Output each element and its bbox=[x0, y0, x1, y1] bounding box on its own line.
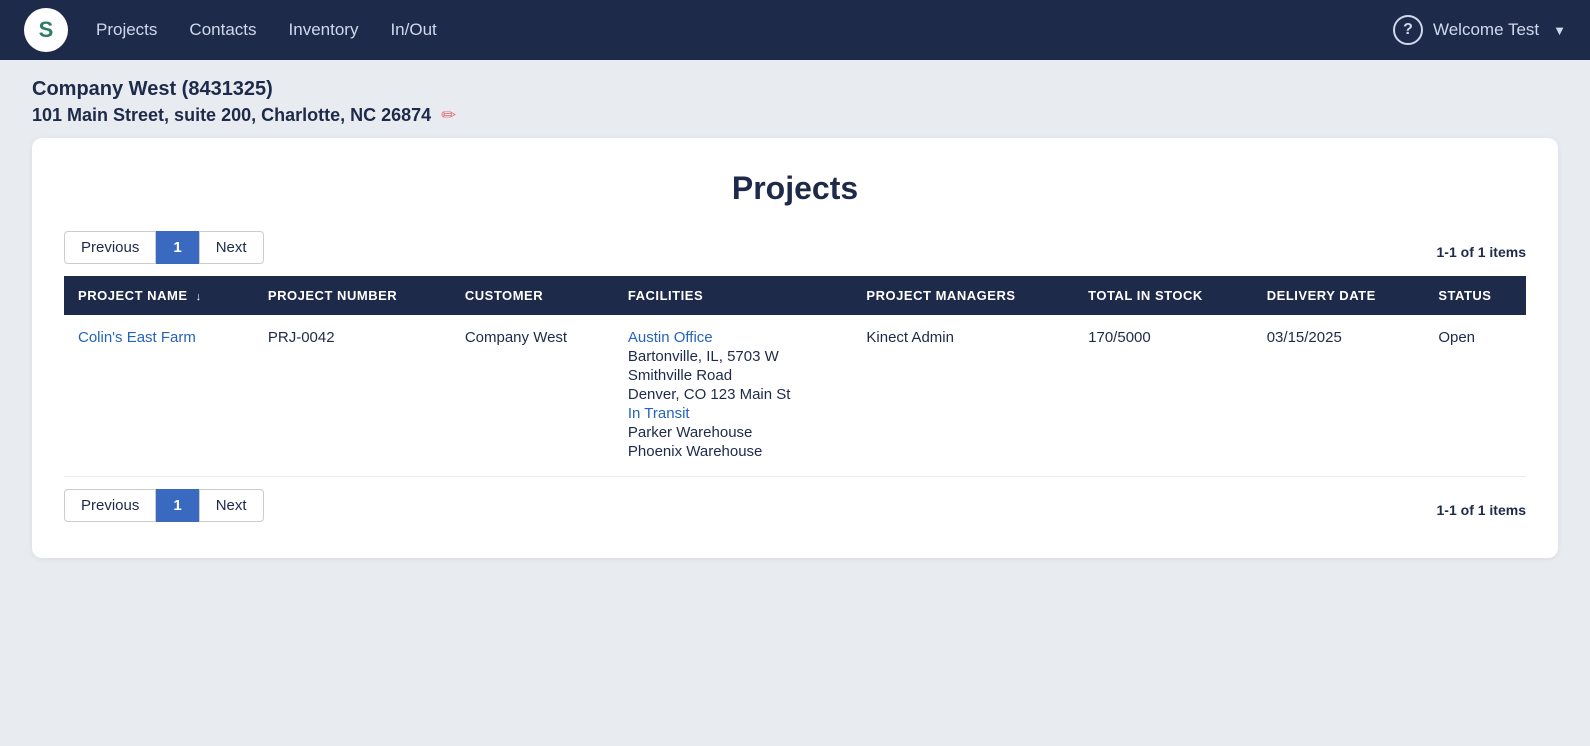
next-btn-bottom[interactable]: Next bbox=[199, 489, 264, 522]
cell-project-managers: Kinect Admin bbox=[852, 315, 1074, 477]
facility-item: Smithville Road bbox=[628, 367, 839, 384]
cell-status: Open bbox=[1424, 315, 1526, 477]
col-project-name[interactable]: PROJECT NAME ↓ bbox=[64, 276, 254, 315]
col-project-number: PROJECT NUMBER bbox=[254, 276, 451, 315]
company-address: 101 Main Street, suite 200, Charlotte, N… bbox=[32, 105, 431, 126]
table-header: PROJECT NAME ↓ PROJECT NUMBER CUSTOMER F… bbox=[64, 276, 1526, 315]
company-address-row: 101 Main Street, suite 200, Charlotte, N… bbox=[32, 105, 1558, 126]
col-customer: CUSTOMER bbox=[451, 276, 614, 315]
facility-item: Bartonville, IL, 5703 W bbox=[628, 348, 839, 365]
welcome-text: Welcome Test bbox=[1433, 20, 1539, 40]
col-delivery-date: DELIVERY DATE bbox=[1253, 276, 1425, 315]
cell-facilities: Austin Office Bartonville, IL, 5703 W Smit… bbox=[614, 315, 853, 477]
projects-table: PROJECT NAME ↓ PROJECT NUMBER CUSTOMER F… bbox=[64, 276, 1526, 477]
nav-contacts[interactable]: Contacts bbox=[189, 16, 256, 44]
cell-project-number: PRJ-0042 bbox=[254, 315, 451, 477]
user-dropdown-arrow[interactable]: ▼ bbox=[1553, 23, 1566, 38]
page-1-btn-bottom[interactable]: 1 bbox=[156, 489, 198, 522]
navbar: S Projects Contacts Inventory In/Out ? W… bbox=[0, 0, 1590, 60]
card-title: Projects bbox=[64, 170, 1526, 207]
table-row: Colin's East FarmPRJ-0042Company WestAus… bbox=[64, 315, 1526, 477]
prev-btn-top[interactable]: Previous bbox=[64, 231, 156, 264]
pagination-bottom-info: 1-1 of 1 items bbox=[1437, 502, 1526, 518]
company-name: Company West (8431325) bbox=[32, 78, 1558, 101]
prev-btn-bottom[interactable]: Previous bbox=[64, 489, 156, 522]
col-project-managers: PROJECT MANAGERS bbox=[852, 276, 1074, 315]
table-body: Colin's East FarmPRJ-0042Company WestAus… bbox=[64, 315, 1526, 477]
nav-links: Projects Contacts Inventory In/Out bbox=[96, 16, 1393, 44]
col-project-name-label: PROJECT NAME bbox=[78, 288, 188, 303]
pagination-top-info: 1-1 of 1 items bbox=[1437, 244, 1526, 260]
help-icon[interactable]: ? bbox=[1393, 15, 1423, 45]
facility-item[interactable]: In Transit bbox=[628, 405, 839, 422]
col-facilities: FACILITIES bbox=[614, 276, 853, 315]
logo[interactable]: S bbox=[24, 8, 68, 52]
main-content: Projects Previous 1 Next 1-1 of 1 items … bbox=[0, 138, 1590, 590]
cell-customer: Company West bbox=[451, 315, 614, 477]
nav-inout[interactable]: In/Out bbox=[390, 16, 436, 44]
nav-right: ? Welcome Test ▼ bbox=[1393, 15, 1566, 45]
col-total-in-stock: TOTAL IN STOCK bbox=[1074, 276, 1253, 315]
facility-item[interactable]: Austin Office bbox=[628, 329, 839, 346]
facility-item: Phoenix Warehouse bbox=[628, 443, 839, 460]
sort-arrow-project-name: ↓ bbox=[196, 291, 202, 303]
logo-letter: S bbox=[39, 17, 54, 43]
pagination-bottom-row: Previous 1 Next 1-1 of 1 items bbox=[64, 489, 1526, 530]
page-1-btn-top[interactable]: 1 bbox=[156, 231, 198, 264]
subheader: Company West (8431325) 101 Main Street, … bbox=[0, 60, 1590, 138]
cell-delivery-date: 03/15/2025 bbox=[1253, 315, 1425, 477]
pagination-top: Previous 1 Next bbox=[64, 231, 264, 264]
nav-projects[interactable]: Projects bbox=[96, 16, 157, 44]
facility-item: Denver, CO 123 Main St bbox=[628, 386, 839, 403]
pagination-top-row: Previous 1 Next 1-1 of 1 items bbox=[64, 231, 1526, 272]
col-status: STATUS bbox=[1424, 276, 1526, 315]
nav-inventory[interactable]: Inventory bbox=[289, 16, 359, 44]
projects-card: Projects Previous 1 Next 1-1 of 1 items … bbox=[32, 138, 1558, 558]
edit-address-icon[interactable]: ✏ bbox=[441, 105, 456, 126]
cell-project-name[interactable]: Colin's East Farm bbox=[64, 315, 254, 477]
next-btn-top[interactable]: Next bbox=[199, 231, 264, 264]
header-row: PROJECT NAME ↓ PROJECT NUMBER CUSTOMER F… bbox=[64, 276, 1526, 315]
facility-item: Parker Warehouse bbox=[628, 424, 839, 441]
cell-total-in-stock: 170/5000 bbox=[1074, 315, 1253, 477]
pagination-bottom: Previous 1 Next bbox=[64, 489, 264, 522]
